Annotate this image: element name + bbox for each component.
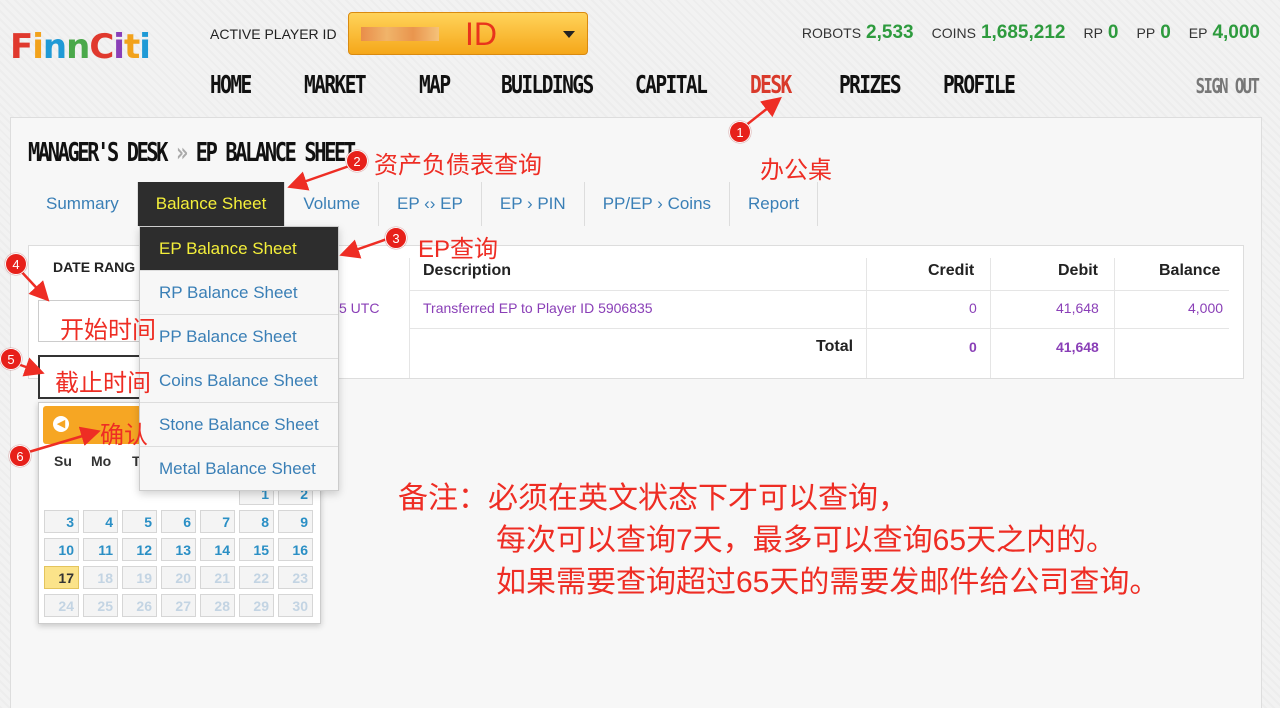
annotation-ep-query: EP查询	[418, 236, 499, 263]
annotation-desk: 办公桌	[760, 157, 832, 184]
badge-4: 4	[5, 253, 27, 275]
annotation-end-time: 截止时间	[55, 370, 151, 397]
annotation-start-time: 开始时间	[60, 317, 156, 344]
note-line-3: 如果需要查询超过65天的需要发邮件给公司查询。	[496, 566, 1160, 599]
badge-5: 5	[0, 348, 22, 370]
badge-6: 6	[9, 445, 31, 467]
note-line-1: 备注：必须在英文状态下才可以查询，	[398, 482, 908, 515]
note-line-2: 每次可以查询7天，最多可以查询65天之内的。	[496, 524, 1117, 557]
note-block: 备注：必须在英文状态下才可以查询， 每次可以查询7天，最多可以查询65天之内的。…	[398, 478, 1159, 604]
annotation-balance-sheet: 资产负债表查询	[374, 152, 542, 179]
badge-3: 3	[385, 227, 407, 249]
annotation-confirm: 确认	[100, 422, 148, 449]
badge-1: 1	[729, 121, 751, 143]
badge-2: 2	[346, 150, 368, 172]
